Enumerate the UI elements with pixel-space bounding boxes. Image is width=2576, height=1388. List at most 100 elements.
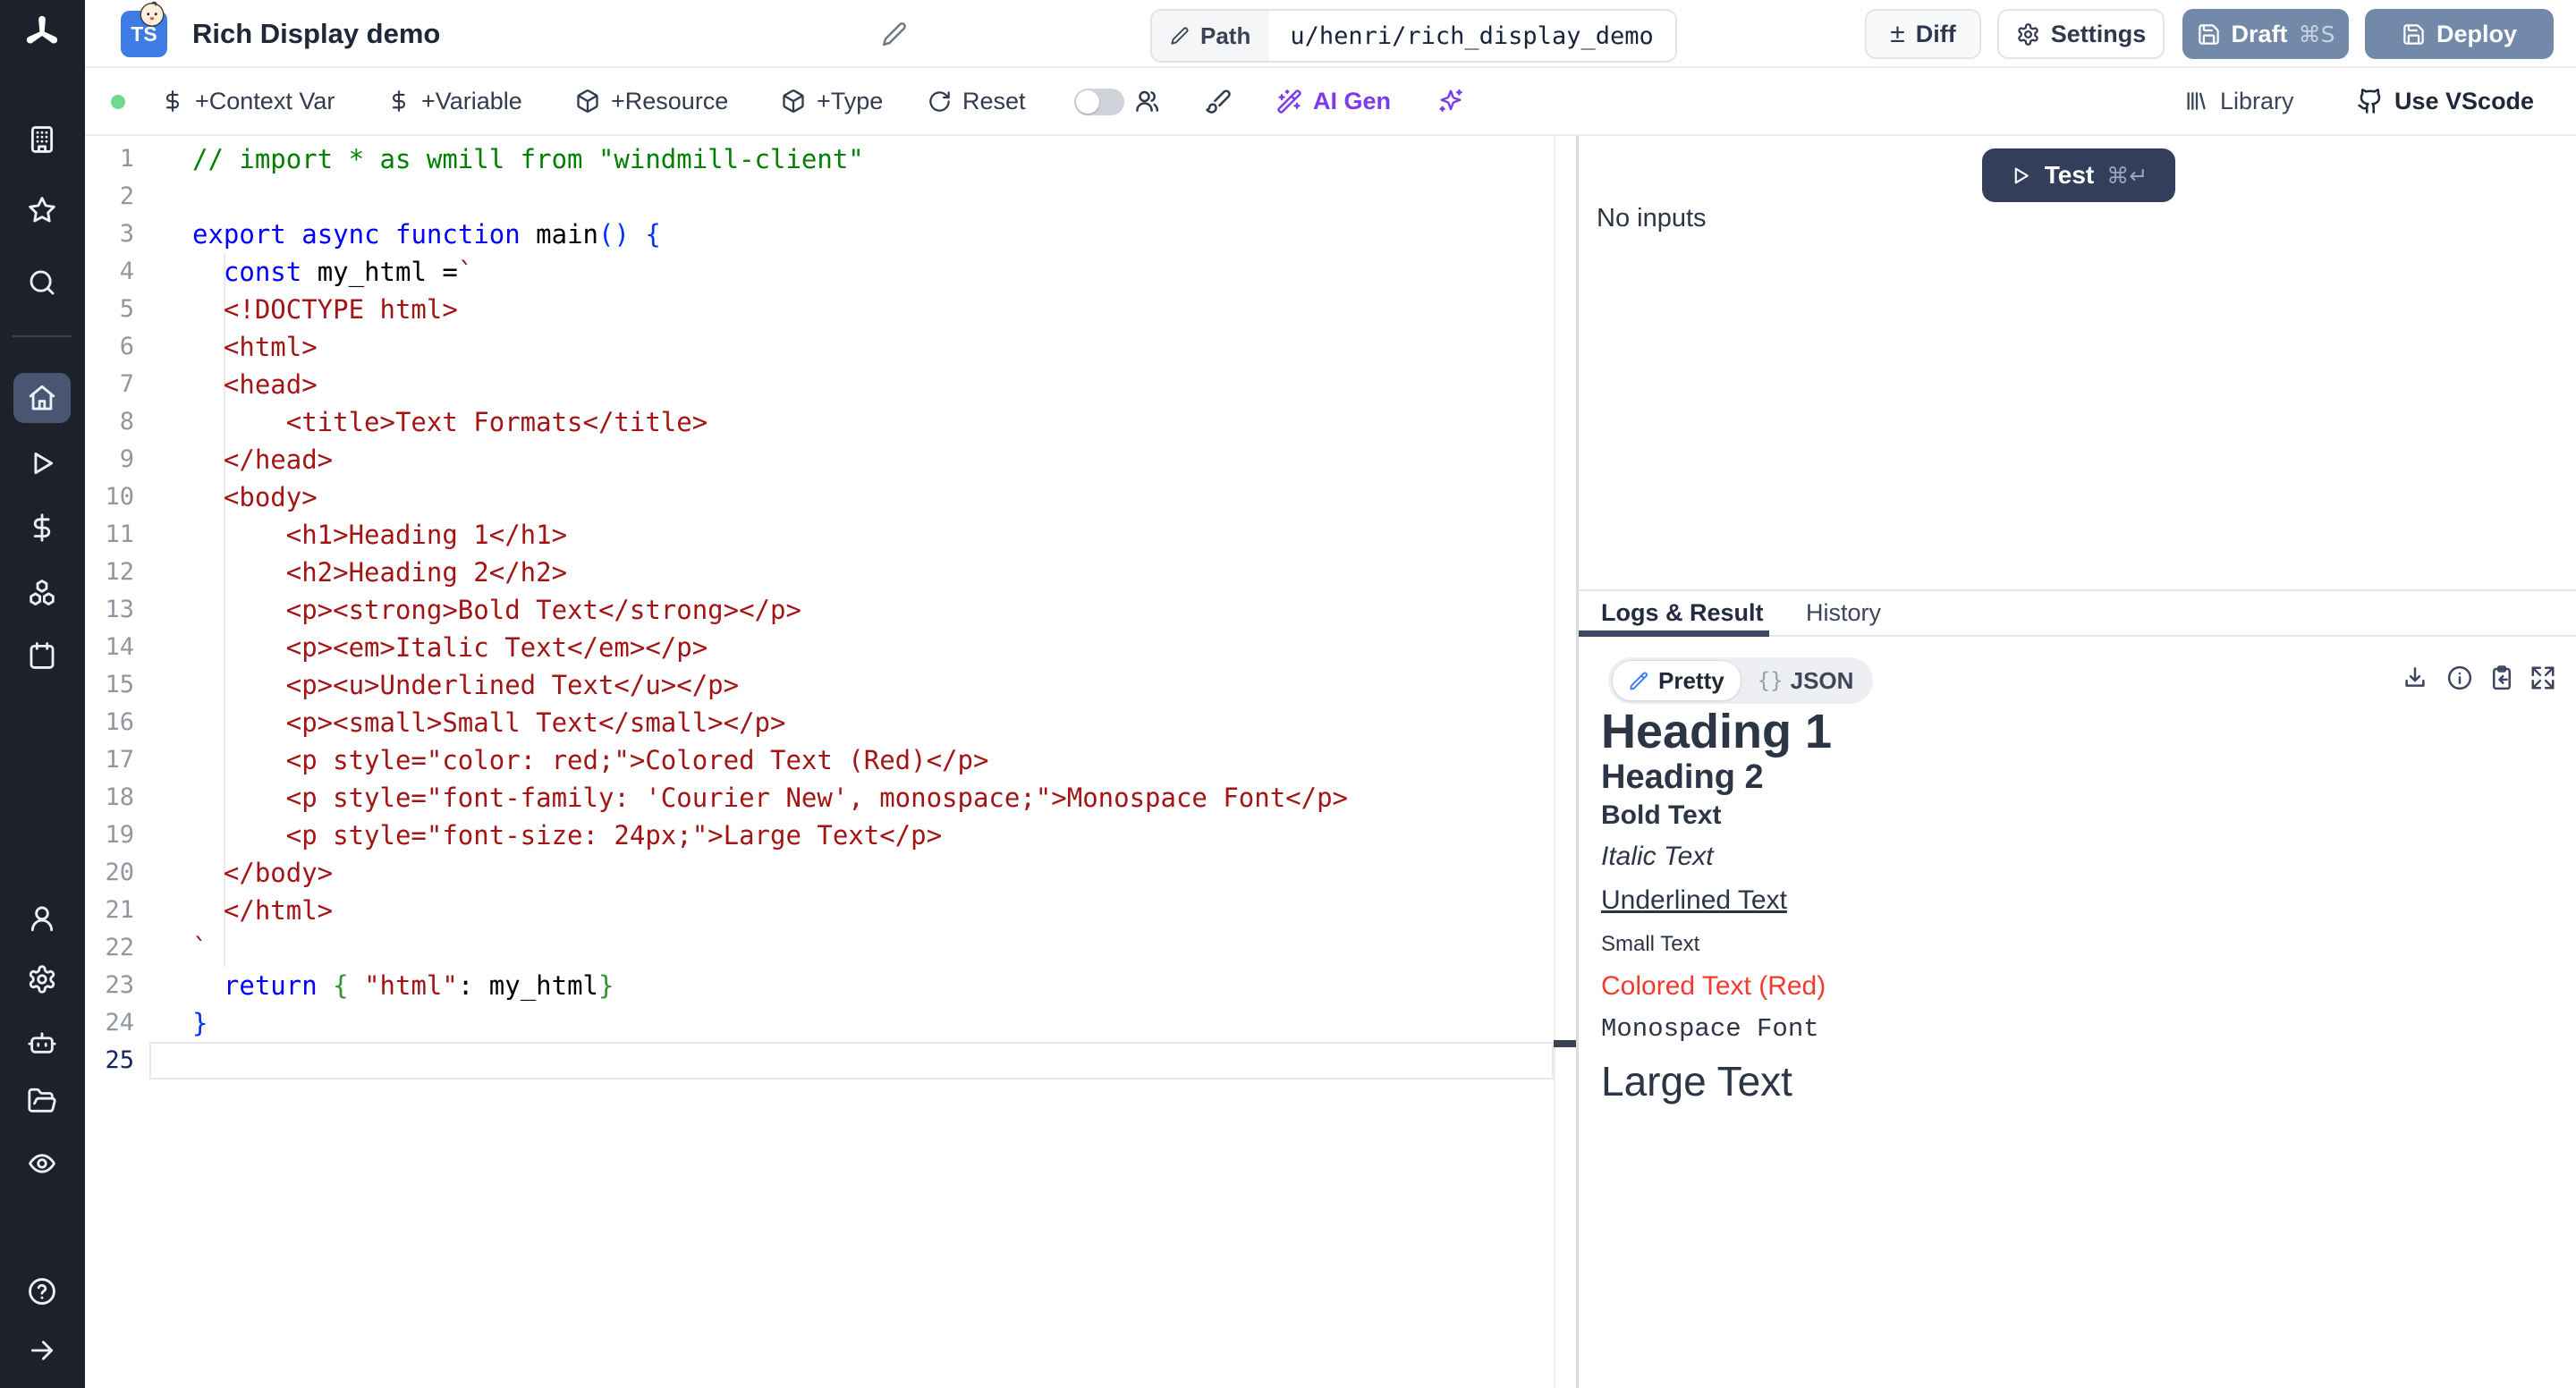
sidebar-item-collapse[interactable] xyxy=(21,1329,64,1372)
rendered-bold-text: Bold Text xyxy=(1601,800,2281,832)
code-text: <p style="font-size: 24px;">Large Text</… xyxy=(192,817,942,854)
settings-icon xyxy=(27,964,57,994)
sidebar-item-workers[interactable] xyxy=(21,1020,64,1063)
edit-title-pencil-icon[interactable] xyxy=(881,21,908,47)
dollar-icon xyxy=(27,512,57,543)
sidebar-item-schedules[interactable] xyxy=(21,634,64,677)
sidebar-item-workspace[interactable] xyxy=(21,118,64,161)
line-number: 11 xyxy=(85,516,134,554)
boxes-icon xyxy=(27,578,57,608)
code-line[interactable]: 18 <p style="font-family: 'Courier New',… xyxy=(85,779,1576,817)
code-line[interactable]: 8 <title>Text Formats</title> xyxy=(85,403,1576,441)
code-line[interactable]: 4 const my_html =` xyxy=(85,253,1576,291)
settings-button[interactable]: Settings xyxy=(1997,9,2165,59)
code-line[interactable]: 5 <!DOCTYPE html> xyxy=(85,291,1576,328)
add-context-var-button[interactable]: +Context Var xyxy=(161,68,335,134)
code-text: <title>Text Formats</title> xyxy=(192,403,708,441)
code-line[interactable]: 19 <p style="font-size: 24px;">Large Tex… xyxy=(85,817,1576,854)
windmill-script-editor: TS Rich Display demo Path u/henri/rich_d… xyxy=(0,0,2576,1388)
ai-sparkles-icon[interactable] xyxy=(1437,68,1464,134)
line-number: 22 xyxy=(85,929,134,967)
sidebar-item-users[interactable] xyxy=(21,897,64,940)
code-line[interactable]: 9 </head> xyxy=(85,441,1576,478)
diff-button[interactable]: ± Diff xyxy=(1865,9,1981,59)
sidebar-item-variables[interactable] xyxy=(21,506,64,549)
code-line[interactable]: 16 <p><small>Small Text</small></p> xyxy=(85,704,1576,741)
code-line[interactable]: 7 <head> xyxy=(85,366,1576,403)
code-line[interactable]: 15 <p><u>Underlined Text</u></p> xyxy=(85,666,1576,704)
code-line[interactable]: 24} xyxy=(85,1004,1576,1042)
tab-history[interactable]: History xyxy=(1806,599,1881,627)
add-type-button[interactable]: +Type xyxy=(781,68,883,134)
code-editor[interactable]: 1// import * as wmill from "windmill-cli… xyxy=(85,136,1576,1388)
code-line[interactable]: 11 <h1>Heading 1</h1> xyxy=(85,516,1576,554)
code-line[interactable]: 14 <p><em>Italic Text</em></p> xyxy=(85,629,1576,666)
code-line[interactable]: 22` xyxy=(85,929,1576,967)
windmill-logo-icon[interactable] xyxy=(21,13,63,54)
cursor-position-marker xyxy=(1554,1040,1576,1047)
ai-gen-button[interactable]: AI Gen xyxy=(1276,68,1391,134)
reset-button[interactable]: Reset xyxy=(928,68,1026,134)
line-number: 6 xyxy=(85,328,134,366)
code-line[interactable]: 2 xyxy=(85,178,1576,216)
tab-logs-result[interactable]: Logs & Result xyxy=(1601,599,1764,627)
assistant-toggle[interactable] xyxy=(1074,89,1124,115)
code-line[interactable]: 1// import * as wmill from "windmill-cli… xyxy=(85,140,1576,178)
expand-icon[interactable] xyxy=(2529,664,2556,691)
code-line[interactable]: 20 </body> xyxy=(85,854,1576,892)
library-button[interactable]: Library xyxy=(2184,68,2294,134)
info-icon[interactable] xyxy=(2446,664,2473,691)
code-text: <p style="color: red;">Colored Text (Red… xyxy=(192,741,988,779)
code-text: </head> xyxy=(192,441,333,478)
code-line[interactable]: 23 return { "html": my_html} xyxy=(85,967,1576,1004)
copy-result-icon[interactable] xyxy=(2488,664,2515,691)
rendered-italic-text: Italic Text xyxy=(1601,841,2281,873)
left-sidebar xyxy=(0,0,85,1388)
test-button[interactable]: Test ⌘↵ xyxy=(1982,148,2175,202)
sidebar-item-settings[interactable] xyxy=(21,958,64,1001)
code-line[interactable]: 3export async function main() { xyxy=(85,216,1576,253)
sidebar-item-favorites[interactable] xyxy=(21,189,64,232)
star-icon xyxy=(27,195,57,225)
line-number: 2 xyxy=(85,178,134,216)
save-icon xyxy=(2402,22,2426,47)
code-line[interactable]: 25 xyxy=(85,1042,1576,1079)
sidebar-item-folders[interactable] xyxy=(21,1079,64,1122)
use-vscode-button[interactable]: Use VScode xyxy=(2357,68,2534,134)
line-number: 24 xyxy=(85,1004,134,1042)
code-line[interactable]: 13 <p><strong>Bold Text</strong></p> xyxy=(85,591,1576,629)
pretty-view-button[interactable]: Pretty xyxy=(1612,660,1741,701)
draft-button[interactable]: Draft ⌘S xyxy=(2182,9,2349,59)
code-text: <p><em>Italic Text</em></p> xyxy=(192,629,708,666)
magic-wand-icon xyxy=(1276,89,1302,114)
code-line[interactable]: 21 </html> xyxy=(85,892,1576,929)
path-field[interactable]: Path u/henri/rich_display_demo xyxy=(1150,9,1677,63)
result-rendered: Heading 1Heading 2Bold TextItalic TextUn… xyxy=(1601,707,2281,1104)
toggle-knob xyxy=(1076,90,1099,114)
path-label: Path xyxy=(1152,11,1268,61)
status-dot xyxy=(111,95,125,109)
code-line[interactable]: 10 <body> xyxy=(85,478,1576,516)
users-icon[interactable] xyxy=(1133,68,1160,134)
user-icon xyxy=(27,903,57,934)
json-view-button[interactable]: {} JSON xyxy=(1741,667,1870,695)
line-number: 19 xyxy=(85,817,134,854)
deploy-button[interactable]: Deploy xyxy=(2365,9,2554,59)
sidebar-item-runs[interactable] xyxy=(21,442,64,485)
sidebar-item-help[interactable] xyxy=(21,1270,64,1313)
code-line[interactable]: 6 <html> xyxy=(85,328,1576,366)
sidebar-item-search[interactable] xyxy=(21,261,64,304)
code-line[interactable]: 17 <p style="color: red;">Colored Text (… xyxy=(85,741,1576,779)
github-icon xyxy=(2357,88,2384,114)
add-resource-button[interactable]: +Resource xyxy=(575,68,728,134)
sidebar-item-resources[interactable] xyxy=(21,571,64,614)
code-text: <h1>Heading 1</h1> xyxy=(192,516,567,554)
sidebar-item-audit-logs[interactable] xyxy=(21,1142,64,1185)
code-text: const my_html =` xyxy=(192,253,473,291)
editor-toolbar: +Context Var +Variable +Resource +Type R… xyxy=(85,68,2576,136)
format-brush-icon[interactable] xyxy=(1205,68,1232,134)
add-variable-button[interactable]: +Variable xyxy=(387,68,522,134)
sidebar-item-home[interactable] xyxy=(13,373,71,423)
download-icon[interactable] xyxy=(2402,664,2428,691)
code-line[interactable]: 12 <h2>Heading 2</h2> xyxy=(85,554,1576,591)
